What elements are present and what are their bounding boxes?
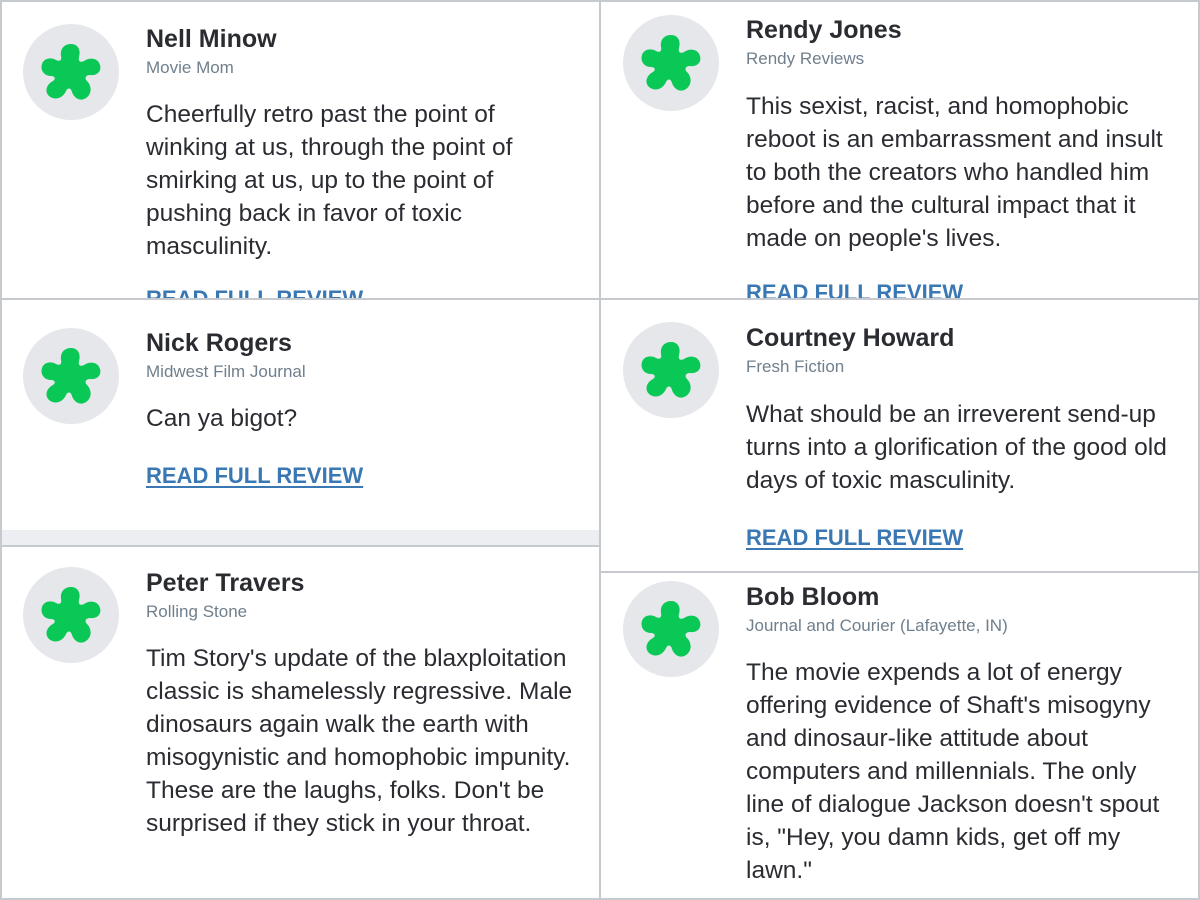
review-quote: Can ya bigot? [146, 405, 298, 432]
read-full-review-link[interactable]: READ FULL REVIEW [746, 280, 963, 298]
top-border [0, 0, 1200, 2]
review-quote: What should be an irreverent send-up tur… [746, 401, 1167, 494]
rotten-splat-icon [41, 348, 101, 404]
review-card: Rendy Jones Rendy Reviews This sexist, r… [600, 0, 1200, 298]
row-divider [0, 545, 600, 547]
review-card: Courtney Howard Fresh Fiction What shoul… [600, 300, 1200, 571]
publication-name[interactable]: Midwest Film Journal [146, 362, 306, 382]
column-divider [599, 0, 601, 900]
critic-avatar[interactable] [23, 24, 119, 120]
rotten-splat-icon [641, 342, 701, 398]
read-full-review-link[interactable]: READ FULL REVIEW [146, 463, 363, 489]
publication-name[interactable]: Rendy Reviews [746, 49, 864, 69]
left-border [0, 0, 2, 900]
rotten-splat-icon [41, 587, 101, 643]
review-card: Nell Minow Movie Mom Cheerfully retro pa… [0, 0, 600, 298]
row-divider [600, 571, 1200, 573]
row-divider [0, 298, 1200, 300]
publication-name[interactable]: Fresh Fiction [746, 357, 844, 377]
read-full-review-link[interactable]: READ FULL REVIEW [146, 286, 363, 298]
review-quote: This sexist, racist, and homophobic rebo… [746, 93, 1163, 252]
review-quote: The movie expends a lot of energy offeri… [746, 659, 1160, 884]
critic-name[interactable]: Courtney Howard [746, 324, 954, 353]
critic-avatar[interactable] [623, 581, 719, 677]
review-quote: Tim Story's update of the blaxploitation… [146, 645, 573, 837]
review-card: Nick Rogers Midwest Film Journal Can ya … [0, 300, 600, 530]
critic-name[interactable]: Bob Bloom [746, 583, 879, 612]
rotten-splat-icon [641, 601, 701, 657]
publication-name[interactable]: Journal and Courier (Lafayette, IN) [746, 616, 1008, 636]
review-card: Peter Travers Rolling Stone Tim Story's … [0, 547, 600, 900]
critic-name[interactable]: Nick Rogers [146, 329, 292, 358]
rotten-splat-icon [41, 44, 101, 100]
critic-name[interactable]: Rendy Jones [746, 16, 902, 45]
critic-avatar[interactable] [623, 322, 719, 418]
publication-name[interactable]: Rolling Stone [146, 602, 247, 622]
review-quote: Cheerfully retro past the point of winki… [146, 101, 513, 260]
review-card: Bob Bloom Journal and Courier (Lafayette… [600, 573, 1200, 900]
critic-avatar[interactable] [23, 328, 119, 424]
read-full-review-link[interactable]: READ FULL REVIEW [746, 525, 963, 551]
rotten-splat-icon [641, 35, 701, 91]
critic-name[interactable]: Peter Travers [146, 569, 304, 598]
critic-avatar[interactable] [23, 567, 119, 663]
publication-name[interactable]: Movie Mom [146, 58, 234, 78]
critic-avatar[interactable] [623, 15, 719, 111]
card-separator [0, 530, 600, 545]
critic-name[interactable]: Nell Minow [146, 25, 277, 54]
